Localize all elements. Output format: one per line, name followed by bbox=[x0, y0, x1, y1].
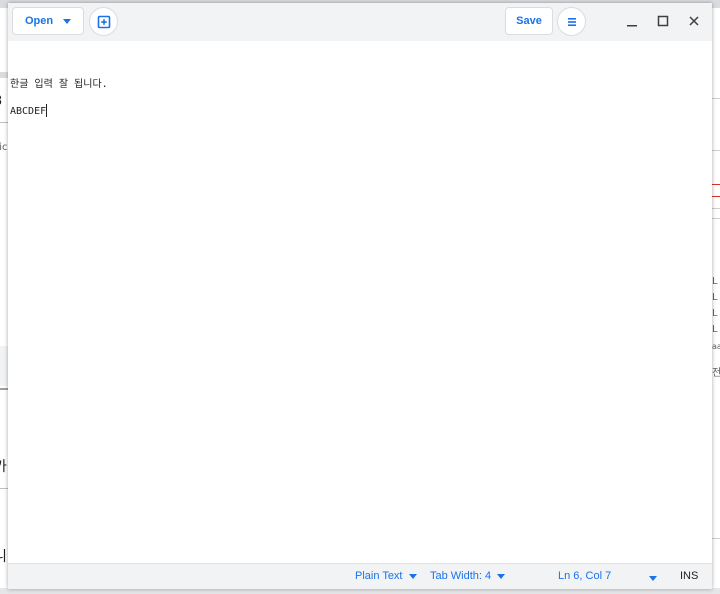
maximize-button[interactable] bbox=[651, 9, 675, 33]
close-button[interactable] bbox=[682, 9, 706, 33]
language-mode-label: Plain Text bbox=[355, 570, 403, 582]
text-editor-window: Open Save 한글 입력 잘 됩니다. ABCDEF Plain Text… bbox=[8, 3, 712, 589]
editor-line: 한글 입력 잘 됩니다. bbox=[10, 79, 108, 90]
save-button-label: Save bbox=[516, 15, 542, 27]
hamburger-menu-icon bbox=[567, 17, 576, 26]
background-text-fragment: 니 bbox=[0, 549, 7, 565]
cursor-position-button[interactable]: Ln 6, Col 7 bbox=[558, 570, 611, 582]
tab-width-label: Tab Width: 4 bbox=[430, 570, 492, 582]
save-button[interactable]: Save bbox=[505, 7, 553, 35]
editor-line-text: ABCDEF bbox=[10, 106, 47, 117]
status-bar: Plain Text Tab Width: 4 Ln 6, Col 7 INS bbox=[8, 563, 712, 589]
maximize-icon bbox=[657, 15, 669, 27]
language-mode-dropdown[interactable]: Plain Text bbox=[355, 570, 417, 582]
new-file-button[interactable] bbox=[89, 7, 118, 36]
text-cursor bbox=[46, 104, 48, 117]
insert-mode-indicator: INS bbox=[680, 570, 699, 582]
background-window-left: 3 sic 카 니 bbox=[0, 8, 8, 594]
close-icon bbox=[689, 16, 699, 26]
minimize-button[interactable] bbox=[620, 9, 644, 33]
chevron-down-icon bbox=[63, 18, 72, 24]
text-editor-area[interactable]: 한글 입력 잘 됩니다. ABCDEF bbox=[8, 41, 712, 563]
menu-button[interactable] bbox=[557, 7, 586, 36]
chevron-down-icon bbox=[497, 573, 506, 579]
background-text-fragment: 전 bbox=[712, 368, 720, 379]
chevron-down-icon[interactable] bbox=[649, 576, 657, 581]
minimize-icon bbox=[627, 25, 637, 27]
background-window-right: L a L a L a L a aa 전 bbox=[712, 8, 720, 594]
editor-line: ABCDEF bbox=[10, 104, 48, 118]
background-text-fragment: aa bbox=[712, 342, 720, 351]
background-text-fragment: 카 bbox=[0, 459, 7, 475]
cursor-position-label: Ln 6, Col 7 bbox=[558, 570, 612, 582]
background-text-fragment: sic bbox=[0, 142, 8, 153]
background-text-fragment: 3 bbox=[0, 94, 2, 109]
chevron-down-icon bbox=[408, 573, 417, 579]
open-button-label: Open bbox=[24, 15, 54, 27]
background-text-fragment: L a bbox=[712, 292, 720, 303]
background-text-fragment: L a bbox=[712, 308, 720, 319]
new-file-icon bbox=[97, 15, 110, 28]
open-button[interactable]: Open bbox=[12, 7, 84, 35]
tab-width-dropdown[interactable]: Tab Width: 4 bbox=[430, 570, 506, 582]
background-text-fragment: L a bbox=[712, 276, 720, 287]
background-text-fragment: L a bbox=[712, 324, 720, 335]
title-bar: Open Save bbox=[8, 3, 712, 41]
